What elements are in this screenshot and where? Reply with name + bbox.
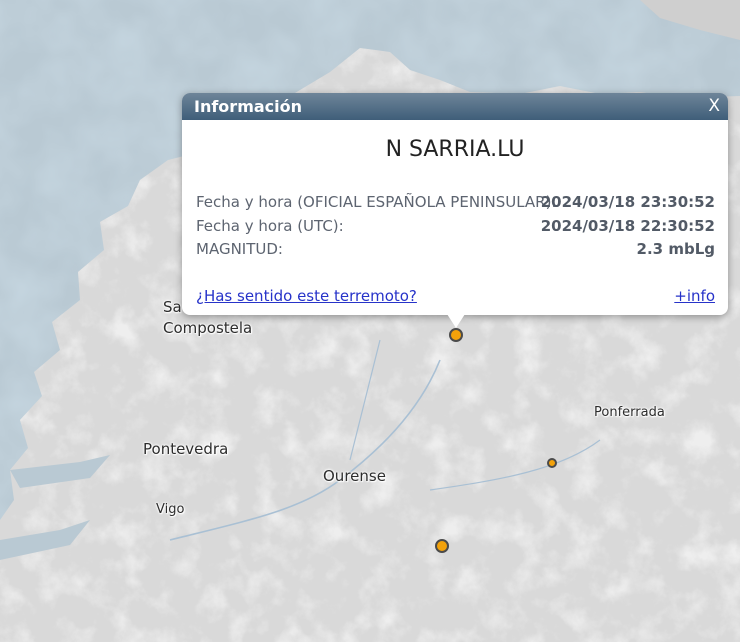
utc-time-value: 2024/03/18 22:30:52: [540, 217, 715, 235]
magnitude-label: MAGNITUD:: [196, 240, 283, 258]
local-time-value: 2024/03/18 23:30:52: [540, 193, 715, 211]
popup-pointer: [447, 314, 465, 328]
close-button[interactable]: X: [708, 96, 720, 116]
felt-earthquake-link[interactable]: ¿Has sentido este terremoto?: [196, 287, 417, 305]
utc-time-label: Fecha y hora (UTC):: [196, 217, 344, 235]
city-label-santiago-line2: Compostela: [163, 319, 253, 337]
city-label-ponferrada: Ponferrada: [594, 405, 665, 420]
magnitude-value: 2.3 mbLg: [636, 240, 715, 258]
city-label-santiago: Sa: [163, 298, 182, 316]
city-label-pontevedra: Pontevedra: [143, 440, 229, 458]
earthquake-marker[interactable]: [435, 539, 449, 553]
popup-header: Información X: [182, 93, 728, 120]
earthquake-location: N SARRIA.LU: [385, 137, 525, 162]
more-info-link[interactable]: +info: [674, 287, 715, 305]
earthquake-marker[interactable]: [547, 458, 557, 468]
info-popup: Información X N SARRIA.LU Fecha y hora (…: [182, 93, 728, 328]
local-time-label: Fecha y hora (OFICIAL ESPAÑOLA PENINSULA…: [196, 193, 557, 211]
city-label-vigo: Vigo: [156, 502, 185, 517]
popup-title: Información: [194, 97, 303, 116]
earthquake-marker[interactable]: [449, 328, 463, 342]
city-label-ourense: Ourense: [323, 467, 386, 485]
